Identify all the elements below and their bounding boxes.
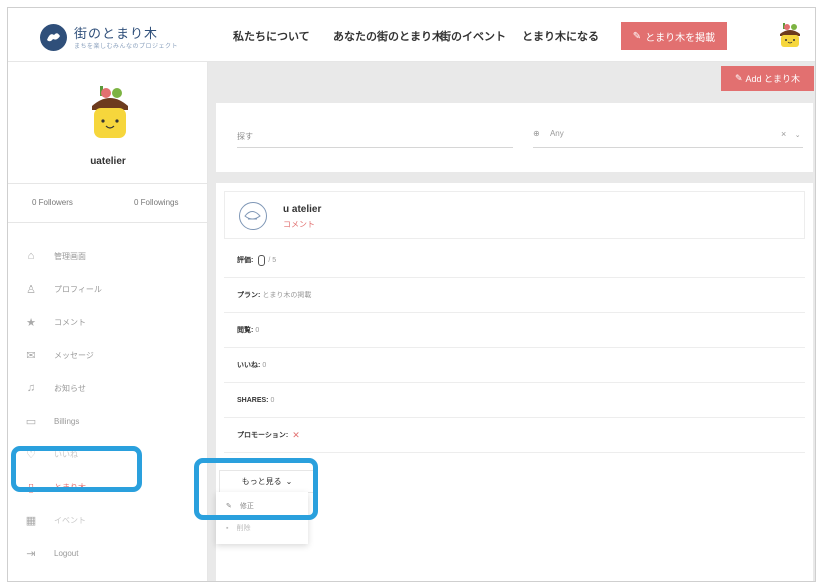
listing-header: u atelier コメント [224,191,805,239]
logo-title[interactable]: 街のとまり木 [74,23,158,42]
trash-icon: ▪ [226,524,229,532]
app-window: 街のとまり木 まちを楽しむみんなのプロジェクト 私たちについて あなたの街のとま… [7,7,816,582]
shares-label: SHARES: [237,396,269,404]
post-listing-label: とまり木を掲載 [645,32,716,44]
follow-stats: 0 Followers 0 Followings [8,183,208,223]
listing-logo-icon [239,202,267,230]
plan-label: プラン: [237,292,261,299]
filter-card: 探す ⊕ Any × ⌄ [216,103,813,172]
sidebar-item-comments[interactable]: ★ コメント [24,314,86,330]
rating-value: / 5 [268,256,277,264]
edit-icon: ✎ [632,30,642,42]
dropdown-item-label: 削除 [236,525,251,532]
promotion-label: プロモーション: [237,432,289,439]
card-icon: ▭ [25,415,37,428]
sidebar-item-label: Billings [54,416,80,426]
globe-icon: ⊕ [533,129,540,138]
chevron-down-icon[interactable]: ⌄ [795,132,801,139]
sidebar-item-billings[interactable]: ▭ Billings [24,413,80,429]
category-select[interactable]: ⊕ Any [533,129,564,138]
rating-box [258,254,266,266]
listing-comment-link[interactable]: コメント [283,219,315,230]
search-underline [237,147,513,148]
logout-icon: ⇥ [26,547,36,560]
logo-icon[interactable] [40,24,67,51]
dropdown-item-delete[interactable]: ▪ 削除 [226,520,250,536]
likes-value: 0 [262,361,267,369]
sidebar-item-label: お知らせ [54,383,86,393]
listing-name[interactable]: u atelier [283,204,321,215]
sidebar-item-label: コメント [54,317,86,327]
promotion-row: プロモーション: ✕ [224,418,805,453]
profile-avatar [86,84,134,146]
rating-label: 評価: [237,257,254,264]
star-icon: ★ [26,316,36,329]
likes-row: いいね: 0 [224,348,805,383]
sidebar-item-messages[interactable]: ✉ メッセージ [24,347,94,363]
followings-count[interactable]: 0 Followings [134,198,178,207]
likes-label: いいね: [237,362,261,369]
calendar-icon: ▦ [25,514,37,527]
sidebar-item-label: プロフィール [54,284,102,294]
bell-icon: ♫ [26,382,36,394]
nav-link-about[interactable]: 私たちについて [233,28,310,44]
sidebar: uatelier 0 Followers 0 Followings ⌂ 管理画面… [8,62,208,581]
highlight-more-dropdown [194,458,318,520]
sidebar-item-logout[interactable]: ⇥ Logout [24,545,78,561]
add-tomarigi-button[interactable]: ✎ Add とまり木 [721,66,814,91]
nav-link-your-town[interactable]: あなたの街のとまり木 [333,28,443,44]
sidebar-item-label: イベント [54,515,86,525]
select-controls: × ⌄ [781,129,801,139]
sidebar-item-events[interactable]: ▦ イベント [24,512,86,528]
clear-icon[interactable]: × [781,129,786,139]
home-icon: ⌂ [27,250,35,262]
promotion-status-icon: ✕ [292,429,300,440]
highlight-sidebar-tomarigi [11,446,142,492]
views-label: 閲覧: [237,327,254,334]
top-header: 街のとまり木 まちを楽しむみんなのプロジェクト 私たちについて あなたの街のとま… [8,8,815,62]
nav-link-events[interactable]: 街のイベント [440,28,506,44]
select-underline [533,147,803,148]
search-input[interactable]: 探す [237,131,253,142]
views-row: 閲覧: 0 [224,313,805,348]
profile-username: uatelier [90,156,126,167]
envelope-icon: ✉ [26,349,36,362]
add-tomarigi-label: Add とまり木 [745,74,801,84]
user-icon: ♙ [26,283,36,296]
shares-row: SHARES: 0 [224,383,805,418]
followers-count[interactable]: 0 Followers [32,198,73,207]
views-value: 0 [255,326,260,334]
shares-value: 0 [270,396,275,404]
nav-link-become-host[interactable]: とまり木になる [522,28,599,44]
sidebar-item-notifications[interactable]: ♫ お知らせ [24,380,86,396]
sidebar-item-label: メッセージ [54,350,94,360]
edit-icon: ✎ [734,73,743,83]
logo-subtitle: まちを楽しむみんなのプロジェクト [74,44,179,50]
sidebar-item-label: Logout [54,548,79,558]
user-avatar[interactable] [776,22,804,50]
sidebar-item-profile[interactable]: ♙ プロフィール [24,281,102,297]
post-listing-button[interactable]: ✎ とまり木を掲載 [621,22,727,50]
rating-row: 評価: / 5 [224,243,805,278]
category-select-value: Any [549,129,564,138]
sidebar-item-label: 管理画面 [54,251,86,261]
sidebar-item-dashboard[interactable]: ⌂ 管理画面 [24,248,86,264]
plan-value: とまり木の掲載 [262,292,312,299]
plan-row: プラン: とまり木の掲載 [224,278,805,313]
